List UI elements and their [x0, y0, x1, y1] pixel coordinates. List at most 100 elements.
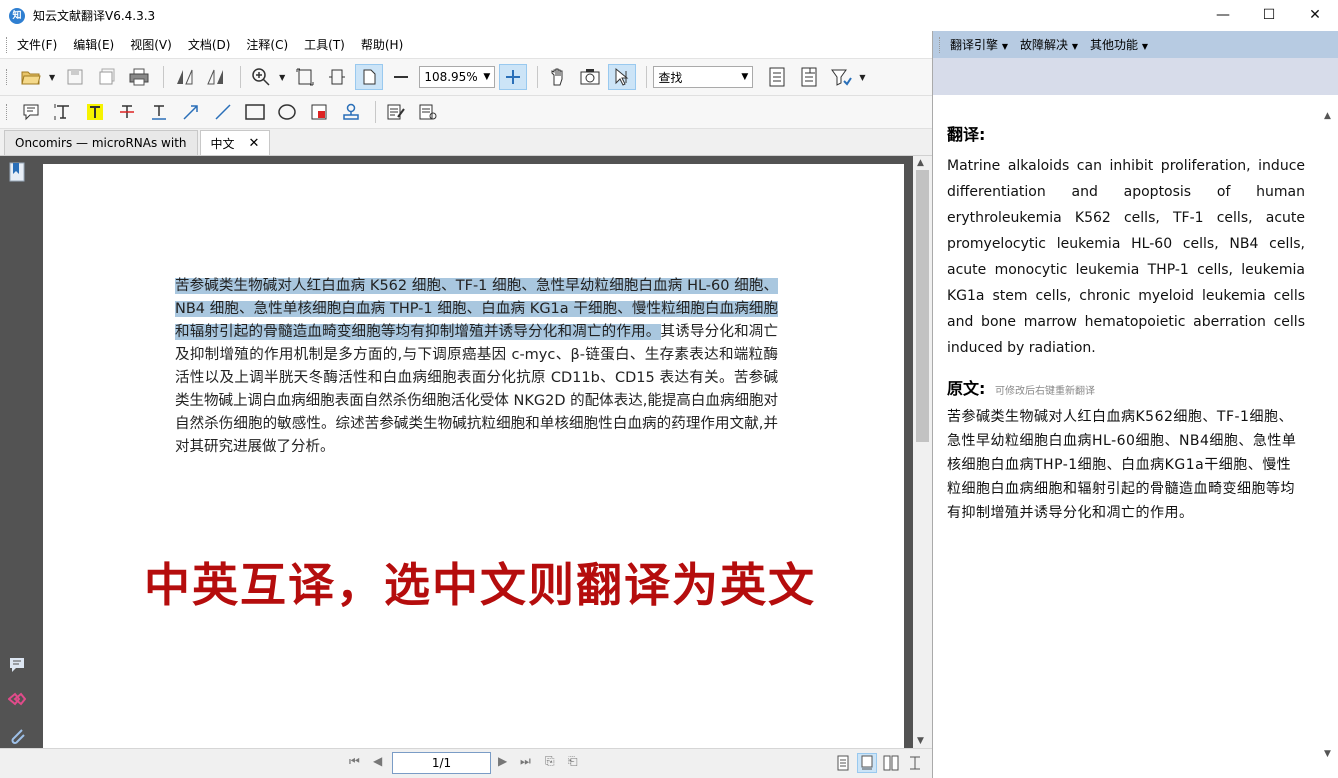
scrollbar-thumb[interactable]: [916, 170, 929, 442]
single-page-view-icon[interactable]: [833, 753, 853, 773]
edit-document-icon[interactable]: [382, 99, 410, 125]
pdf-page[interactable]: 苦参碱类生物碱对人红白血病 K562 细胞、TF-1 细胞、急性早幼粒细胞白血病…: [43, 164, 904, 748]
arrow-icon[interactable]: [177, 99, 205, 125]
original-heading-row: 原文: 可修改后右键重新翻译: [947, 375, 1095, 399]
highlight-text-icon[interactable]: [81, 99, 109, 125]
zoom-level-value: 108.95%: [424, 70, 478, 84]
find-input[interactable]: 查找 ▼: [653, 66, 754, 88]
save-icon[interactable]: [61, 64, 89, 90]
tab-label: Oncomirs — microRNAs with: [15, 136, 187, 150]
overlay-caption: 中英互译，选中文则翻译为英文: [144, 558, 816, 612]
translate-pane-band: [932, 58, 1338, 95]
select-text-icon[interactable]: [608, 64, 637, 90]
prev-page-icon[interactable]: ◀: [373, 754, 382, 768]
more-dropdown-icon[interactable]: ▼: [859, 73, 865, 82]
zoom-in-icon[interactable]: [247, 64, 275, 90]
main-toolbar: ▼ ▼ 108.95% ▼ 查找 ▼ ▼: [0, 59, 932, 96]
attachment-icon[interactable]: [8, 726, 26, 744]
zoom-dropdown-icon[interactable]: ▼: [279, 73, 285, 82]
menu-troubleshoot[interactable]: 故障解决 ▼: [1020, 36, 1078, 53]
chevron-down-icon: ▼: [741, 72, 749, 82]
minimize-button[interactable]: —: [1200, 0, 1246, 30]
open-dropdown-icon[interactable]: ▼: [49, 73, 55, 82]
menu-other-functions[interactable]: 其他功能 ▼: [1090, 36, 1148, 53]
menu-file[interactable]: 文件(F): [17, 36, 57, 53]
document-tabs: Oncomirs — microRNAs with 中文 ✕: [0, 129, 932, 156]
cover-view-icon[interactable]: [905, 753, 925, 773]
find-prev-icon[interactable]: [763, 64, 791, 90]
document-paragraph[interactable]: 苦参碱类生物碱对人红白血病 K562 细胞、TF-1 细胞、急性早幼粒细胞白血病…: [175, 275, 778, 459]
image-stamp-icon[interactable]: [305, 99, 333, 125]
actual-size-icon[interactable]: [355, 64, 384, 90]
underline-icon[interactable]: [145, 99, 173, 125]
scroll-up-icon[interactable]: ▲: [1324, 111, 1331, 121]
last-page-icon[interactable]: ⏭: [520, 754, 531, 769]
scroll-down-icon[interactable]: ▼: [917, 736, 924, 746]
comments-icon[interactable]: [8, 656, 26, 674]
tab-chinese[interactable]: 中文 ✕: [199, 130, 271, 155]
chevron-down-icon: ▼: [483, 72, 491, 82]
close-button[interactable]: ✕: [1292, 0, 1338, 30]
menu-view[interactable]: 视图(V): [130, 36, 172, 53]
open-folder-icon[interactable]: [17, 64, 45, 90]
page-navigation-bar: ⏮ ◀ 1/1 ▶ ⏭ ⎘ ⎗: [0, 748, 932, 778]
side-panel-strip: [0, 156, 33, 748]
note-icon[interactable]: [17, 99, 45, 125]
document-viewer[interactable]: 苦参碱类生物碱对人红白血病 K562 细胞、TF-1 细胞、急性早幼粒细胞白血病…: [33, 156, 913, 748]
next-view-icon[interactable]: ⎗: [568, 754, 578, 769]
ellipse-icon[interactable]: [273, 99, 301, 125]
highlight-settings-icon[interactable]: [827, 64, 855, 90]
fit-width-icon[interactable]: [323, 64, 351, 90]
translate-pane-menubar: 翻译引擎 ▼ 故障解决 ▼ 其他功能 ▼: [932, 31, 1338, 58]
menubar-grip: [6, 36, 9, 53]
translation-text[interactable]: Matrine alkaloids can inhibit proliferat…: [947, 153, 1305, 361]
menu-help[interactable]: 帮助(H): [361, 36, 403, 53]
next-page-icon[interactable]: ▶: [498, 754, 507, 768]
first-page-icon[interactable]: ⏮: [349, 754, 360, 769]
bookmark-icon[interactable]: [8, 162, 26, 182]
find-value: 查找: [658, 70, 683, 85]
scroll-up-icon[interactable]: ▲: [917, 158, 924, 168]
previous-view-icon[interactable]: ⎘: [545, 754, 555, 769]
rectangle-icon[interactable]: [241, 99, 269, 125]
save-all-icon[interactable]: [93, 64, 121, 90]
snapshot-icon[interactable]: [576, 64, 604, 90]
paragraph-rest[interactable]: 其诱导分化和凋亡及抑制增殖的作用机制是多方面的,与下调原癌基因 c-myc、β-…: [175, 324, 778, 455]
menu-comment[interactable]: 注释(C): [246, 36, 288, 53]
window-title: 知云文献翻译V6.4.3.3: [33, 9, 156, 23]
layers-icon[interactable]: [7, 690, 27, 708]
toolbar-grip: [6, 104, 9, 120]
fit-page-icon[interactable]: [291, 64, 319, 90]
zoom-plus-icon[interactable]: [499, 64, 528, 90]
stamp-icon[interactable]: [337, 99, 365, 125]
line-icon[interactable]: [209, 99, 237, 125]
original-heading: 原文:: [947, 379, 986, 398]
facing-view-icon[interactable]: [881, 753, 901, 773]
menu-tools[interactable]: 工具(T): [304, 36, 345, 53]
menu-bar: 文件(F) 编辑(E) 视图(V) 文档(D) 注释(C) 工具(T) 帮助(H…: [0, 31, 932, 59]
toolbar-grip: [6, 69, 9, 85]
menu-edit[interactable]: 编辑(E): [73, 36, 114, 53]
zoom-out-icon[interactable]: [387, 64, 415, 90]
original-text[interactable]: 苦参碱类生物碱对人红白血病K562细胞、TF-1细胞、急性早幼粒细胞白血病HL-…: [947, 405, 1305, 525]
document-scrollbar[interactable]: ▲ ▼: [913, 156, 932, 748]
zoom-level-select[interactable]: 108.95% ▼: [419, 66, 496, 88]
continuous-view-icon[interactable]: [857, 753, 877, 773]
tab-oncomirs[interactable]: Oncomirs — microRNAs with: [4, 130, 198, 155]
form-edit-icon[interactable]: [414, 99, 442, 125]
translation-heading: 翻译:: [947, 125, 986, 144]
strikeout-icon[interactable]: [113, 99, 141, 125]
translate-pane-scrollbar[interactable]: ▲ ▼: [1318, 95, 1338, 778]
menu-translate-engine[interactable]: 翻译引擎 ▼: [950, 36, 1008, 53]
maximize-button[interactable]: ☐: [1246, 0, 1292, 30]
close-icon[interactable]: ✕: [249, 136, 260, 151]
page-number-input[interactable]: 1/1: [392, 752, 491, 774]
hand-tool-icon[interactable]: [544, 64, 572, 90]
scroll-down-icon[interactable]: ▼: [1324, 749, 1331, 759]
rotate-right-icon[interactable]: [202, 64, 230, 90]
menu-document[interactable]: 文档(D): [188, 36, 231, 53]
print-icon[interactable]: [125, 64, 153, 90]
rotate-left-icon[interactable]: [170, 64, 198, 90]
text-box-icon[interactable]: [49, 99, 77, 125]
find-next-icon[interactable]: [795, 64, 823, 90]
